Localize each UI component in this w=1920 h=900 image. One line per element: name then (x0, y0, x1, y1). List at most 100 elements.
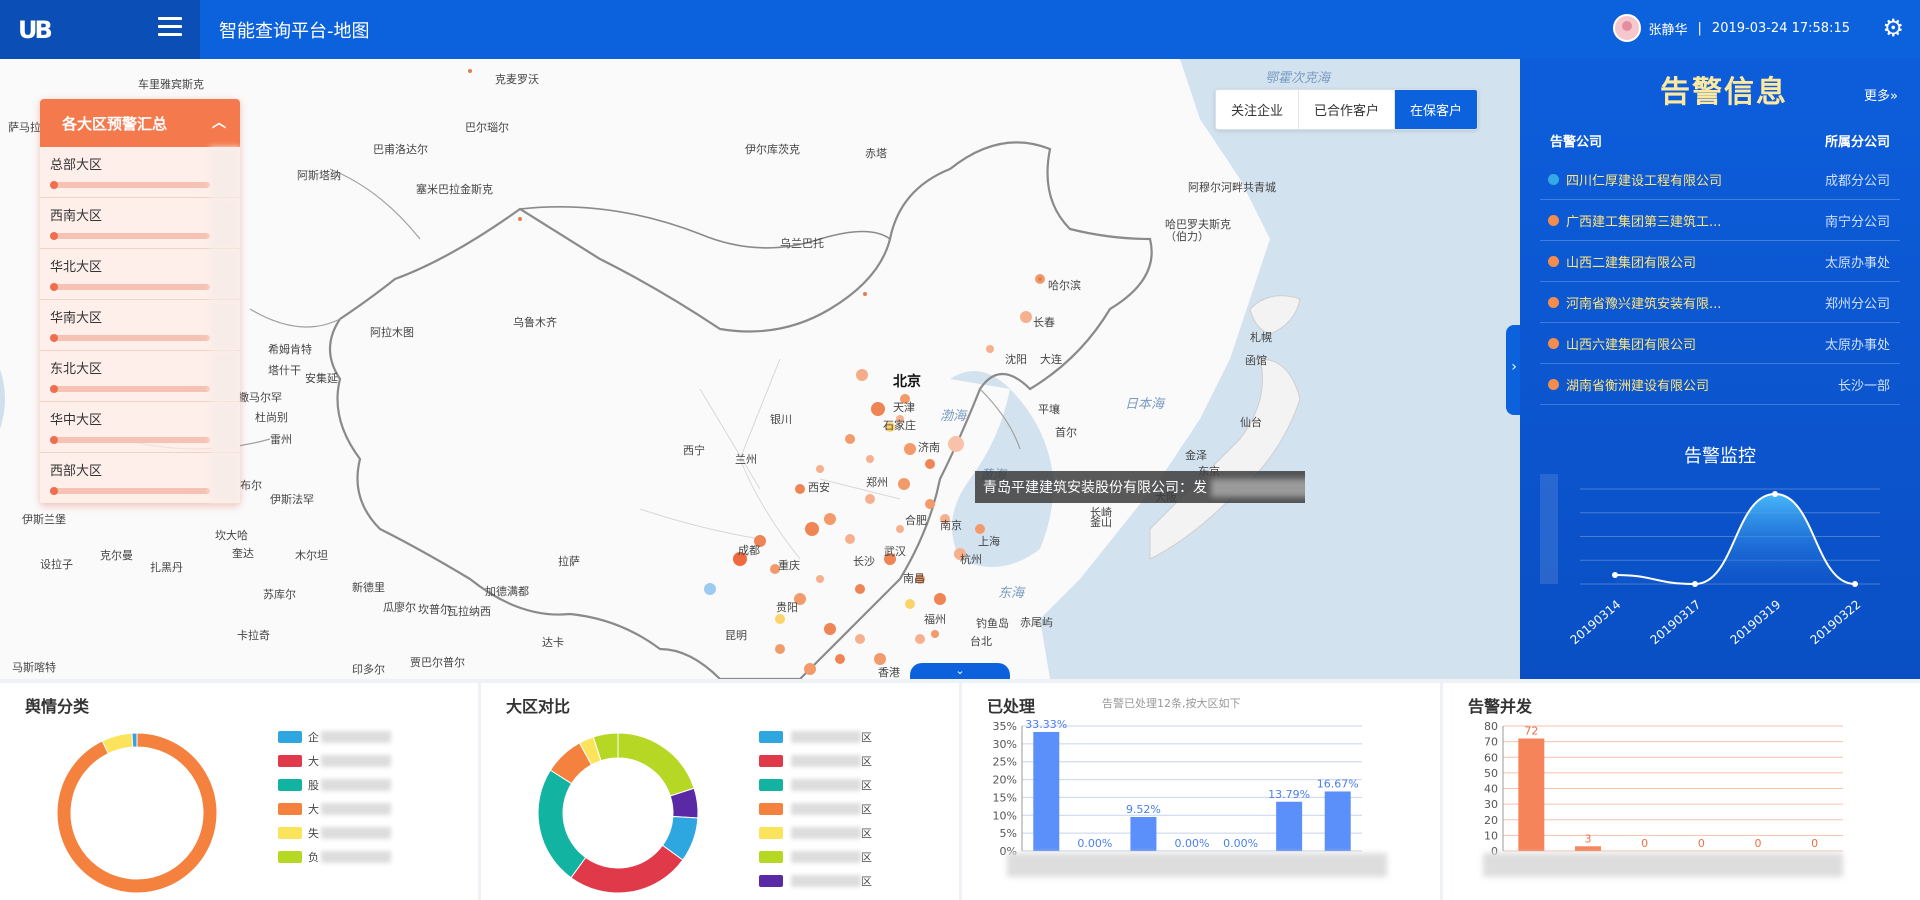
legend-item[interactable]: 失 (278, 821, 391, 845)
chevron-down-icon[interactable]: ⌄ (910, 663, 1010, 679)
map-place-label: 福州 (924, 613, 946, 626)
map-place-label: 马斯喀特 (12, 661, 56, 674)
alarm-company[interactable]: 广西建工集团第三建筑工... (1566, 211, 1721, 230)
legend-item[interactable]: 区 (759, 749, 872, 773)
user-info: 张静华 | 2019-03-24 17:58:15 (1612, 14, 1850, 42)
data-label: 33.33% (1025, 718, 1067, 731)
alarm-company[interactable]: 四川仁厚建设工程有限公司 (1566, 170, 1722, 189)
region-progress (50, 436, 210, 444)
tab-focus-companies[interactable]: 关注企业 (1216, 90, 1300, 129)
alarm-company[interactable]: 河南省豫兴建筑安装有限... (1566, 293, 1721, 312)
legend-item[interactable]: 企 (278, 725, 391, 749)
legend-item[interactable]: 股 (278, 773, 391, 797)
map-place-label: 安集延 (305, 372, 338, 385)
region-item[interactable]: 华中大区 (40, 402, 240, 453)
legend-text: 区 (861, 731, 872, 744)
tab-cooperated-customers[interactable]: 已合作客户 (1299, 90, 1396, 129)
y-axis-blurred (1540, 474, 1558, 584)
more-link[interactable]: 更多» (1864, 85, 1898, 104)
map-place-label: 石家庄 (883, 419, 916, 432)
map-place-label: 杭州 (960, 553, 982, 566)
alarm-row[interactable]: 山西六建集团有限公司 太原办事处 (1540, 323, 1900, 364)
legend-swatch (278, 803, 302, 815)
legend-swatch (759, 779, 783, 791)
map-place-label: 合肥 (905, 514, 927, 527)
alarm-company[interactable]: 山西六建集团有限公司 (1566, 334, 1696, 353)
alarm-branch: 太原办事处 (1824, 337, 1890, 353)
legend-item[interactable]: 区 (759, 725, 872, 749)
legend-swatch (278, 779, 302, 791)
legend-text: 失 (308, 827, 319, 840)
region-item[interactable]: 西南大区 (40, 198, 240, 249)
map-place-label: 希姆肯特 (268, 343, 312, 356)
legend-item[interactable]: 区 (759, 797, 872, 821)
region-progress (50, 181, 210, 189)
status-dot (1548, 173, 1559, 185)
x-tick-label: 20190317 (1648, 597, 1704, 647)
legend-item[interactable]: 负 (278, 845, 391, 869)
region-panel-header: 各大区预警汇总 ︿ (40, 99, 240, 147)
map-place-label: 上海 (978, 535, 1000, 548)
legend-swatch (759, 827, 783, 839)
alarm-company[interactable]: 山西二建集团有限公司 (1566, 252, 1696, 271)
tab-insured-customers[interactable]: 在保客户 (1395, 90, 1478, 129)
data-point (1772, 491, 1778, 497)
alarm-row[interactable]: 广西建工集团第三建筑工... 南宁分公司 (1540, 200, 1900, 241)
region-name: 西部大区 (50, 464, 103, 479)
region-donut (537, 732, 699, 893)
map-place-label: 长沙 (853, 555, 875, 568)
legend-text: 区 (861, 755, 872, 768)
hamburger-menu-icon[interactable] (158, 17, 182, 39)
region-item[interactable]: 华南大区 (40, 300, 240, 351)
map-place-label: 成都 (738, 544, 760, 557)
region-item[interactable]: 东北大区 (40, 351, 240, 402)
status-dot (1548, 255, 1559, 267)
region-item[interactable]: 西部大区 (40, 453, 240, 504)
region-name: 华中大区 (50, 413, 103, 428)
legend-text: 区 (861, 803, 872, 816)
legend-item[interactable]: 区 (759, 773, 872, 797)
avatar[interactable] (1612, 14, 1641, 42)
alarm-row[interactable]: 山西二建集团有限公司 太原办事处 (1540, 241, 1900, 282)
user-separator: | (1697, 20, 1702, 36)
alarm-company[interactable]: 湖南省衡洲建设有限公司 (1566, 375, 1709, 394)
customer-filter-tabs: 关注企业 已合作客户 在保客户 (1215, 89, 1479, 130)
status-dot (1548, 378, 1559, 390)
map-place-label: 大连 (1040, 353, 1062, 366)
legend-text: 区 (861, 851, 872, 864)
gear-icon[interactable]: ⚙ (1882, 16, 1904, 40)
chevron-right-icon[interactable]: › (1506, 325, 1520, 415)
legend-text: 负 (308, 851, 319, 864)
alarm-branch: 郑州分公司 (1824, 296, 1890, 312)
x-tick-label: 20190319 (1728, 597, 1784, 647)
chevron-up-icon[interactable]: ︿ (212, 112, 226, 132)
map-place-label: 坎大哈 (215, 529, 248, 542)
legend-item[interactable]: 区 (759, 845, 872, 869)
app-logo[interactable]: UB (18, 16, 53, 44)
legend-swatch (278, 755, 302, 767)
map-place-label: 萨马拉 (8, 121, 41, 134)
legend-item[interactable]: 区 (759, 869, 872, 893)
alarm-row[interactable]: 河南省豫兴建筑安装有限... 郑州分公司 (1540, 282, 1900, 323)
data-label: 9.52% (1126, 803, 1161, 816)
map-place-label: 香港 (878, 666, 900, 679)
map-place-label: 达卡 (542, 636, 564, 649)
alarm-list: 四川仁厚建设工程有限公司 成都分公司 广西建工集团第三建筑工... 南宁分公司 山西… (1540, 159, 1900, 405)
map-place-label: 赤尾屿 (1020, 616, 1053, 629)
region-item[interactable]: 华北大区 (40, 249, 240, 300)
y-tick-label: 30% (993, 738, 1017, 751)
map-area[interactable]: 车里雅宾斯克 克麦罗沃 萨马拉 巴尔瑙尔 巴甫洛达尔 伊尔库茨克 赤塔 阿斯塔纳… (0, 59, 1520, 679)
legend-item[interactable]: 区 (759, 821, 872, 845)
map-place-label: 巴尔瑙尔 (465, 121, 509, 134)
map-place-label: 西安 (808, 481, 830, 494)
region-item[interactable]: 总部大区 (40, 147, 240, 198)
sentiment-pie (56, 732, 218, 893)
y-tick-label: 80 (1484, 720, 1498, 733)
legend-item[interactable]: 大 (278, 749, 391, 773)
user-name[interactable]: 张静华 (1649, 19, 1688, 38)
alarm-row[interactable]: 湖南省衡洲建设有限公司 长沙一部 (1540, 364, 1900, 405)
legend-item[interactable]: 大 (278, 797, 391, 821)
map-place-label: 哈尔滨 (1048, 279, 1081, 292)
y-tick-label: 10% (993, 809, 1017, 822)
alarm-row[interactable]: 四川仁厚建设工程有限公司 成都分公司 (1540, 159, 1900, 200)
